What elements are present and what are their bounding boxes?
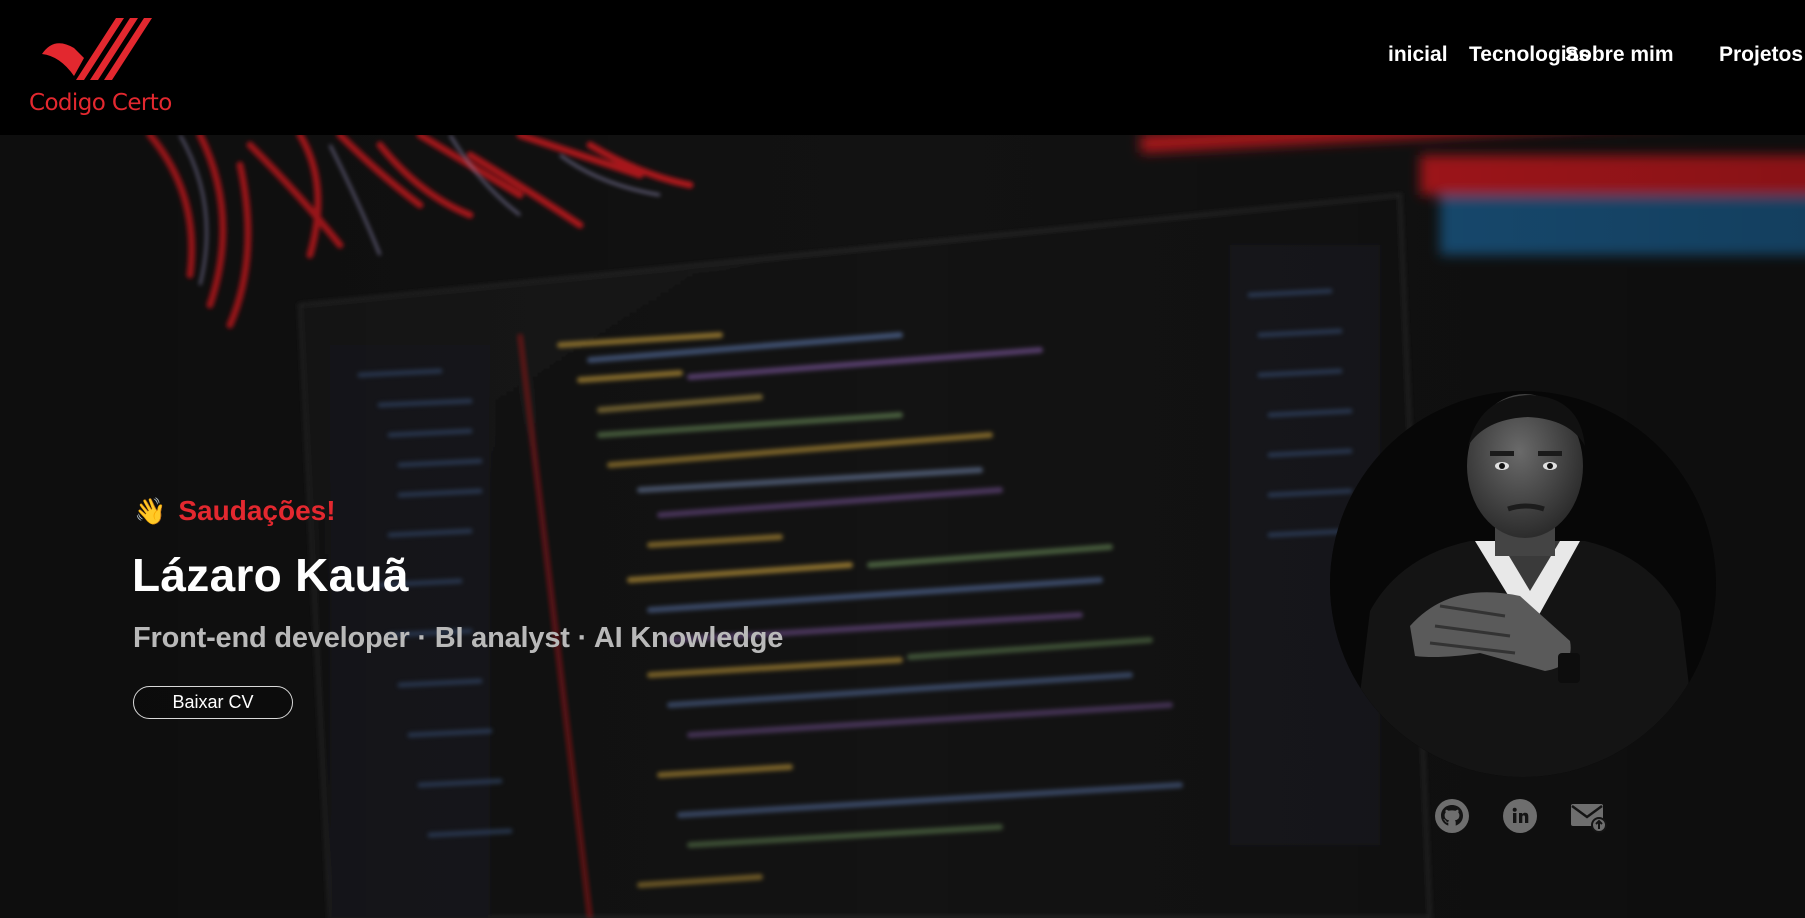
social-links [1431, 795, 1609, 837]
hero-section: 👋 Saudações! Lázaro Kauã Front-end devel… [0, 135, 1805, 918]
logo-text: Codigo Certo [29, 90, 172, 116]
greeting: 👋 Saudações! [134, 495, 336, 527]
hero-role: Front-end developer · BI analyst · AI Kn… [133, 622, 784, 654]
linkedin-link[interactable] [1499, 795, 1541, 837]
profile-photo [1330, 391, 1716, 777]
waving-hand-icon: 👋 [134, 496, 167, 526]
profile-portrait-image [1330, 391, 1716, 777]
nav-item-projetos[interactable]: Projetos [1719, 43, 1803, 67]
logo-mark-icon [42, 18, 152, 80]
hero-name: Lázaro Kauã [132, 549, 409, 601]
linkedin-icon [1503, 799, 1537, 833]
email-icon [1571, 804, 1607, 833]
download-cv-button[interactable]: Baixar CV [133, 686, 293, 719]
greeting-text: Saudações! [178, 495, 336, 526]
nav-item-inicial[interactable]: inicial [1388, 43, 1448, 67]
github-icon [1435, 799, 1469, 833]
email-link[interactable] [1567, 795, 1609, 837]
nav-item-sobre-mim[interactable]: Sobre mim [1565, 43, 1674, 67]
github-link[interactable] [1431, 795, 1473, 837]
site-header: Codigo Certo inicial Tecnologias Sobre m… [0, 0, 1805, 135]
brand-logo[interactable]: Codigo Certo [26, 18, 176, 123]
